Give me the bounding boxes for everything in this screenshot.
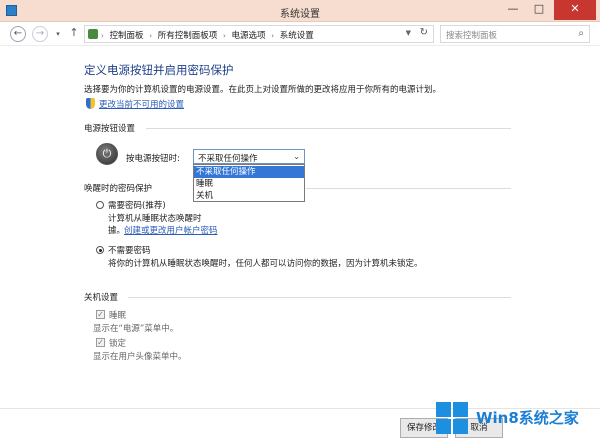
change-unavailable-settings-link[interactable]: 更改当前不可用的设置 bbox=[99, 98, 184, 110]
close-button[interactable]: ✕ bbox=[554, 0, 596, 20]
shield-icon bbox=[86, 98, 95, 109]
maximize-button[interactable]: □ bbox=[526, 0, 552, 20]
breadcrumb-item[interactable]: 所有控制面板项 bbox=[158, 31, 218, 41]
power-button-action-dropdown: 不采取任何操作 睡眠 关机 bbox=[193, 164, 305, 202]
require-password-description-end: 據。 bbox=[108, 226, 126, 236]
lock-checkbox[interactable]: ✓ bbox=[96, 338, 105, 347]
recent-locations-icon[interactable]: ▾ bbox=[50, 26, 66, 42]
breadcrumb-separator: › bbox=[271, 32, 275, 40]
breadcrumb-item[interactable]: 电源选项 bbox=[231, 31, 265, 41]
up-button[interactable]: ↑ bbox=[66, 26, 82, 42]
watermark: Win8系统之家 bbox=[436, 398, 596, 444]
windows-logo-icon bbox=[436, 402, 470, 436]
breadcrumb-item[interactable]: 控制面板 bbox=[110, 31, 144, 41]
dropdown-option[interactable]: 睡眠 bbox=[194, 178, 304, 190]
sleep-description: 显示在“电源”菜单中。 bbox=[93, 324, 179, 334]
divider bbox=[306, 188, 511, 189]
no-password-description: 将你的计算机从睡眠状态唤醒时，任何人都可以访问你的数据，因为计算机未锁定。 bbox=[108, 259, 423, 269]
create-change-password-link[interactable]: 创建或更改用户帐户密码 bbox=[124, 224, 218, 236]
navigation-bar: ← → ▾ ↑ › 控制面板 › 所有控制面板项 › 电源选项 › 系统设置 ▼… bbox=[0, 22, 600, 46]
breadcrumb: › 控制面板 › 所有控制面板项 › 电源选项 › 系统设置 bbox=[101, 29, 317, 41]
forward-button[interactable]: → bbox=[32, 26, 48, 42]
dropdown-option[interactable]: 不采取任何操作 bbox=[194, 166, 304, 178]
chevron-down-icon: ⌄ bbox=[293, 152, 300, 161]
select-value: 不采取任何操作 bbox=[198, 154, 258, 164]
watermark-brand: Win8系统之家 bbox=[476, 409, 579, 427]
page-title: 定义电源按钮并启用密码保护 bbox=[84, 63, 234, 77]
dropdown-option[interactable]: 关机 bbox=[194, 190, 304, 202]
divider bbox=[128, 297, 511, 298]
page-description: 选择要为你的计算机设置的电源设置。在此页上对设置所做的更改将应用于你所有的电源计… bbox=[84, 85, 442, 95]
title-bar: 系统设置 — □ ✕ bbox=[0, 0, 600, 22]
require-password-description: 计算机从睡眠状态唤醒时 bbox=[108, 214, 202, 224]
chevron-down-icon[interactable]: ▼ bbox=[406, 29, 411, 37]
shutdown-settings-heading: 关机设置 bbox=[84, 293, 119, 303]
sleep-label: 睡眠 bbox=[109, 311, 127, 321]
lock-label: 锁定 bbox=[109, 339, 127, 349]
no-password-radio[interactable] bbox=[96, 246, 104, 254]
breadcrumb-separator: › bbox=[101, 32, 104, 40]
power-button-settings-heading: 电源按钮设置 bbox=[84, 124, 136, 134]
power-icon: ⏻ bbox=[96, 143, 118, 165]
breadcrumb-separator: › bbox=[222, 32, 226, 40]
search-box[interactable]: 搜索控制面板 ⌕ bbox=[440, 25, 590, 43]
address-bar[interactable]: › 控制面板 › 所有控制面板项 › 电源选项 › 系统设置 ▼ ↻ bbox=[84, 25, 434, 43]
breadcrumb-item[interactable]: 系统设置 bbox=[280, 31, 314, 41]
power-button-action-select[interactable]: 不采取任何操作 ⌄ bbox=[193, 149, 305, 164]
minimize-button[interactable]: — bbox=[500, 0, 526, 20]
power-button-label: 按电源按钮时: bbox=[126, 154, 180, 164]
lock-description: 显示在用户头像菜单中。 bbox=[93, 352, 187, 362]
divider bbox=[146, 128, 511, 129]
control-panel-icon bbox=[88, 29, 98, 39]
wake-password-heading: 唤醒时的密码保护 bbox=[84, 184, 153, 194]
require-password-radio[interactable] bbox=[96, 201, 104, 209]
refresh-icon[interactable]: ↻ bbox=[420, 27, 428, 38]
back-button[interactable]: ← bbox=[10, 26, 26, 42]
search-input[interactable]: 搜索控制面板 bbox=[446, 29, 497, 41]
sleep-checkbox[interactable]: ✓ bbox=[96, 310, 105, 319]
no-password-label[interactable]: 不需要密码 bbox=[108, 244, 151, 256]
require-password-label[interactable]: 需要密码(推荐) bbox=[108, 199, 166, 211]
breadcrumb-separator: › bbox=[149, 32, 153, 40]
search-icon[interactable]: ⌕ bbox=[578, 28, 584, 39]
